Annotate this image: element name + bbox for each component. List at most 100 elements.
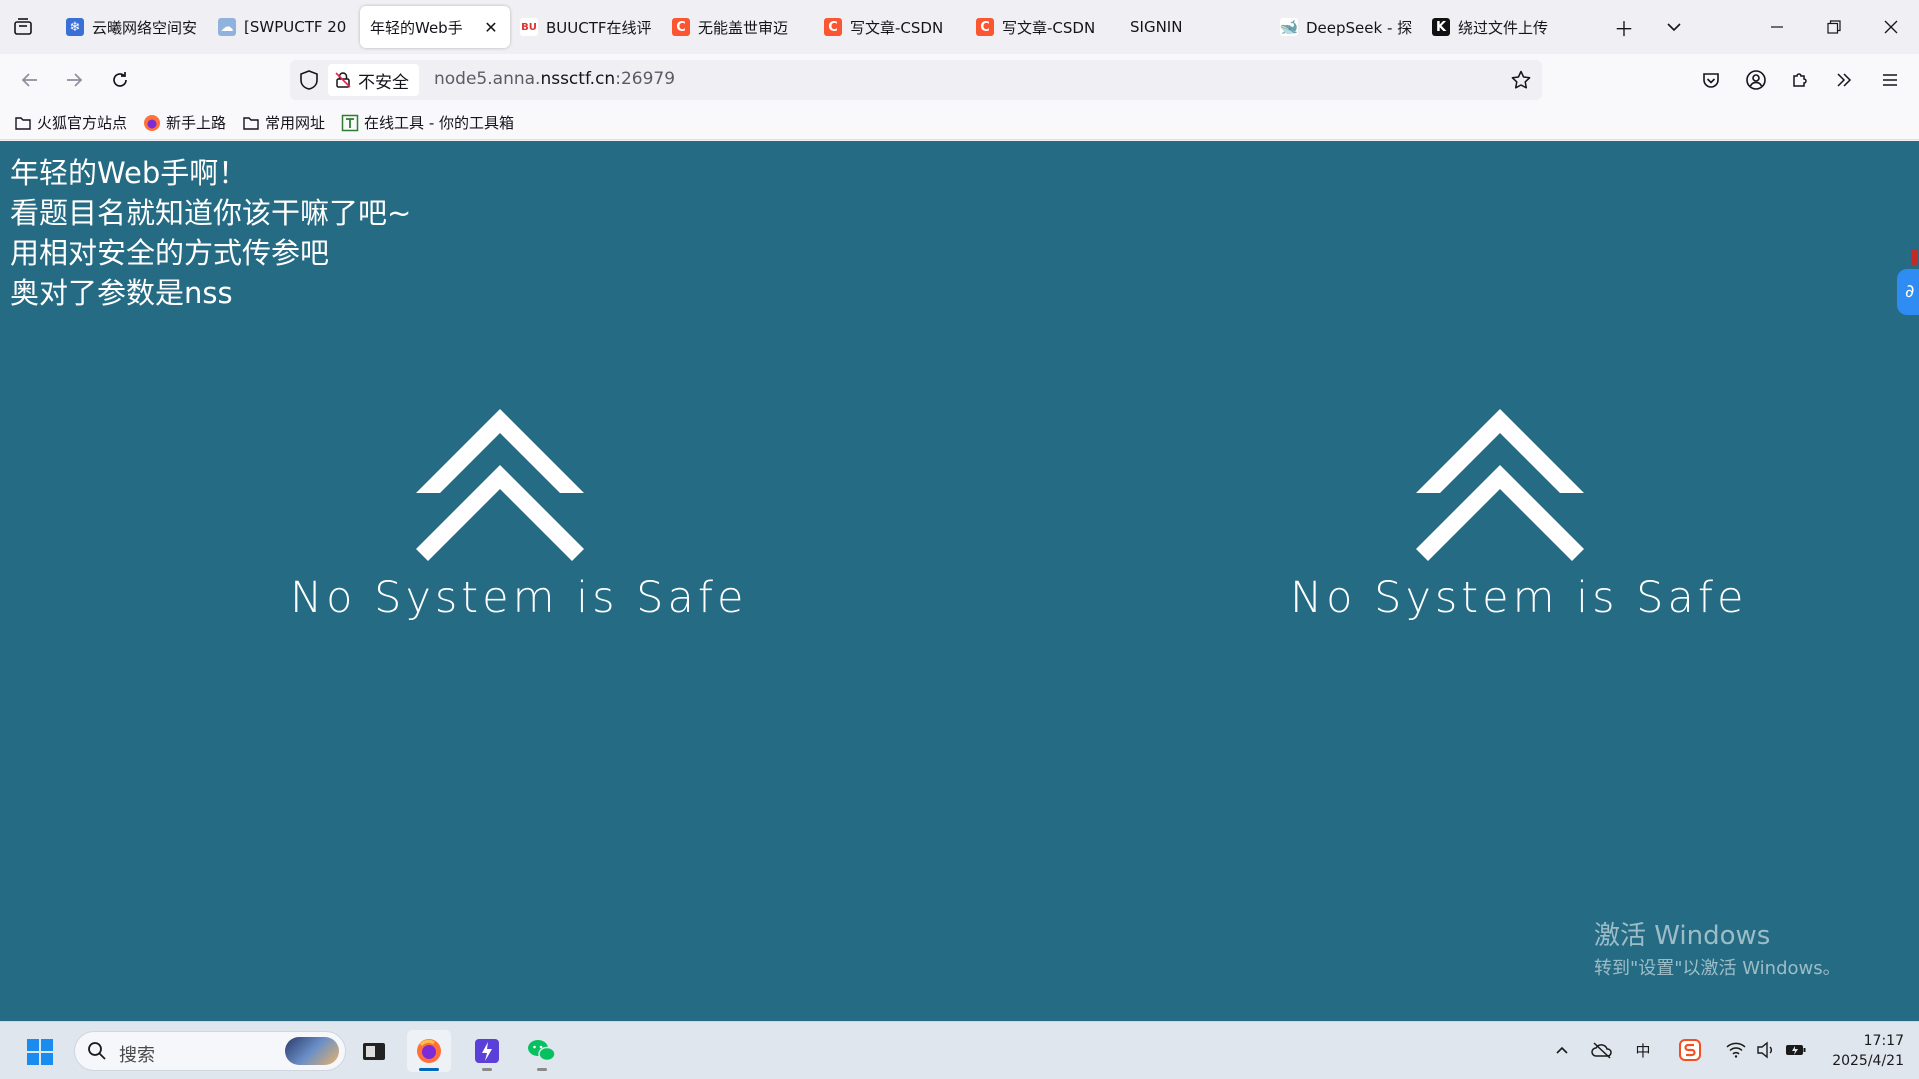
cloud-icon: ❄ — [66, 18, 84, 36]
cloud-offline-icon — [1591, 1042, 1612, 1059]
wechat-icon — [528, 1040, 556, 1062]
arrow-left-icon — [21, 73, 37, 87]
tab-7[interactable]: C 写文章-CSDN — [966, 6, 1118, 48]
close-window-button[interactable] — [1876, 12, 1906, 42]
bookmark-getting-started[interactable]: 新手上路 — [143, 112, 226, 133]
windows-logo-icon — [27, 1039, 53, 1065]
bookmark-online-tools[interactable]: 在线工具 - 你的工具箱 — [341, 112, 514, 133]
tab-title: [SWPUCTF 20 — [244, 18, 347, 36]
message-line-3: 用相对安全的方式传参吧 — [10, 236, 330, 270]
tab-10[interactable]: K 绕过文件上传 — [1422, 6, 1574, 48]
url-text[interactable]: node5.anna.nssctf.cn:26979 — [434, 69, 675, 89]
back-button[interactable] — [16, 66, 44, 94]
site-security-button[interactable]: 不安全 — [328, 64, 419, 96]
list-all-tabs-button[interactable] — [1661, 14, 1687, 40]
side-floating-widget[interactable]: ∂ — [1897, 269, 1919, 315]
page-content: 年轻的Web手啊！ 看题目名就知道你该干嘛了吧~ 用相对安全的方式传参吧 奥对了… — [0, 141, 1919, 1021]
challenge-message: 年轻的Web手啊！ 看题目名就知道你该干嘛了吧~ 用相对安全的方式传参吧 奥对了… — [10, 153, 411, 313]
speaker-icon — [1757, 1041, 1772, 1059]
taskbar-file-explorer[interactable] — [352, 1030, 396, 1072]
tab-3-active[interactable]: 年轻的Web手 ✕ — [360, 6, 510, 48]
running-indicator — [419, 1068, 439, 1071]
tab-2[interactable]: ☁ [SWPUCTF 20 — [208, 6, 360, 48]
search-placeholder: 搜索 — [119, 1045, 155, 1066]
tab-9[interactable]: 🐋 DeepSeek - 探 — [1270, 6, 1422, 48]
csdn-icon: C — [976, 18, 994, 36]
logo-text: No System is Safe — [1290, 573, 1748, 623]
system-clock[interactable]: 17:17 2025/4/21 — [1820, 1031, 1904, 1071]
chevron-down-icon — [1667, 23, 1681, 32]
taskbar-visual-studio[interactable] — [465, 1030, 509, 1072]
url-domain: nssctf.cn — [540, 69, 616, 89]
logo-text: No System is Safe — [290, 573, 748, 623]
activation-subtitle: 转到"设置"以激活 Windows。 — [1594, 958, 1841, 979]
tab-title: 云曦网络空间安 — [92, 18, 198, 37]
sogou-tray-button[interactable] — [1676, 1036, 1704, 1064]
start-button[interactable] — [26, 1038, 54, 1066]
app-menu-button[interactable] — [1876, 66, 1904, 94]
wifi-tray-button[interactable] — [1722, 1036, 1750, 1064]
close-tab-icon[interactable]: ✕ — [482, 18, 500, 37]
tab-title: SIGNIN — [1130, 18, 1183, 36]
account-button[interactable] — [1742, 66, 1770, 94]
more-tools-button[interactable] — [1830, 66, 1858, 94]
taskbar-wechat[interactable] — [520, 1030, 564, 1072]
tab-8[interactable]: SIGNIN — [1118, 6, 1270, 48]
taskbar-firefox[interactable] — [407, 1030, 451, 1072]
tab-list-button[interactable] — [12, 16, 34, 38]
tab-title: 无能盖世审迈 — [698, 18, 789, 37]
restore-button[interactable] — [1819, 12, 1849, 42]
bookmarks-toolbar: 火狐官方站点 新手上路 常用网址 在线工具 - 你的工具箱 — [0, 106, 1919, 140]
new-tab-button[interactable]: ＋ — [1611, 14, 1637, 41]
search-highlight-image — [285, 1037, 339, 1065]
address-bar[interactable]: 不安全 node5.anna.nssctf.cn:26979 — [290, 60, 1542, 100]
tab-title: BUUCTF在线评 — [546, 18, 652, 37]
taskbar: 搜索 中 17:17 2025/4/21 — [0, 1021, 1919, 1079]
clock-date: 2025/4/21 — [1832, 1053, 1904, 1069]
logo-right: No System is Safe — [1290, 403, 1748, 643]
bookmark-firefox-site[interactable]: 火狐官方站点 — [14, 112, 127, 133]
folder-icon — [243, 116, 259, 130]
ime-indicator[interactable]: 中 — [1629, 1036, 1657, 1064]
tab-1[interactable]: ❄ 云曦网络空间安 — [56, 6, 208, 48]
bookmark-common-urls[interactable]: 常用网址 — [242, 112, 325, 133]
message-line-1: 年轻的Web手啊！ — [10, 156, 248, 190]
pocket-icon — [1703, 73, 1719, 88]
folder-icon — [15, 116, 31, 130]
battery-tray-button[interactable] — [1782, 1036, 1810, 1064]
tab-title: 绕过文件上传 — [1458, 18, 1549, 37]
windows-activation-watermark: 激活 Windows 转到"设置"以激活 Windows。 — [1594, 915, 1841, 980]
reload-icon — [113, 72, 127, 87]
extensions-button[interactable] — [1786, 66, 1814, 94]
minimize-button[interactable] — [1762, 12, 1792, 42]
activation-title: 激活 Windows — [1594, 921, 1771, 951]
onedrive-tray-button[interactable] — [1588, 1036, 1616, 1064]
pocket-button[interactable] — [1697, 66, 1725, 94]
double-chevron-icon — [1837, 73, 1852, 87]
minimize-icon — [1771, 26, 1783, 28]
csdn-icon: C — [672, 18, 690, 36]
running-indicator — [537, 1068, 547, 1071]
tab-title: 写文章-CSDN — [850, 18, 944, 37]
bookmark-star-icon[interactable] — [1510, 69, 1532, 91]
battery-charging-icon — [1786, 1045, 1806, 1055]
tools-icon — [341, 114, 359, 131]
tracking-shield-icon[interactable] — [298, 69, 320, 91]
tab-6[interactable]: C 写文章-CSDN — [814, 6, 966, 48]
tab-4[interactable]: BU BUUCTF在线评 — [510, 6, 662, 48]
tab-5[interactable]: C 无能盖世审迈 — [662, 6, 814, 48]
taskbar-search-box[interactable]: 搜索 — [74, 1031, 346, 1071]
show-hidden-icons-button[interactable] — [1548, 1036, 1576, 1064]
bookmark-label: 新手上路 — [166, 114, 227, 132]
k-icon: K — [1432, 18, 1450, 36]
forward-button[interactable] — [60, 66, 88, 94]
chevron-up-logo-icon — [1416, 409, 1584, 561]
running-indicator — [482, 1068, 492, 1071]
reload-button[interactable] — [106, 66, 134, 94]
volume-tray-button[interactable] — [1752, 1036, 1780, 1064]
tab-strip: ❄ 云曦网络空间安 ☁ [SWPUCTF 20 年轻的Web手 ✕ BU BUU… — [0, 0, 1919, 54]
link-icon: ∂ — [1905, 281, 1915, 302]
ime-label: 中 — [1635, 1041, 1651, 1060]
plus-icon: ＋ — [1614, 16, 1634, 41]
ctf-icon: ☁ — [218, 18, 236, 36]
